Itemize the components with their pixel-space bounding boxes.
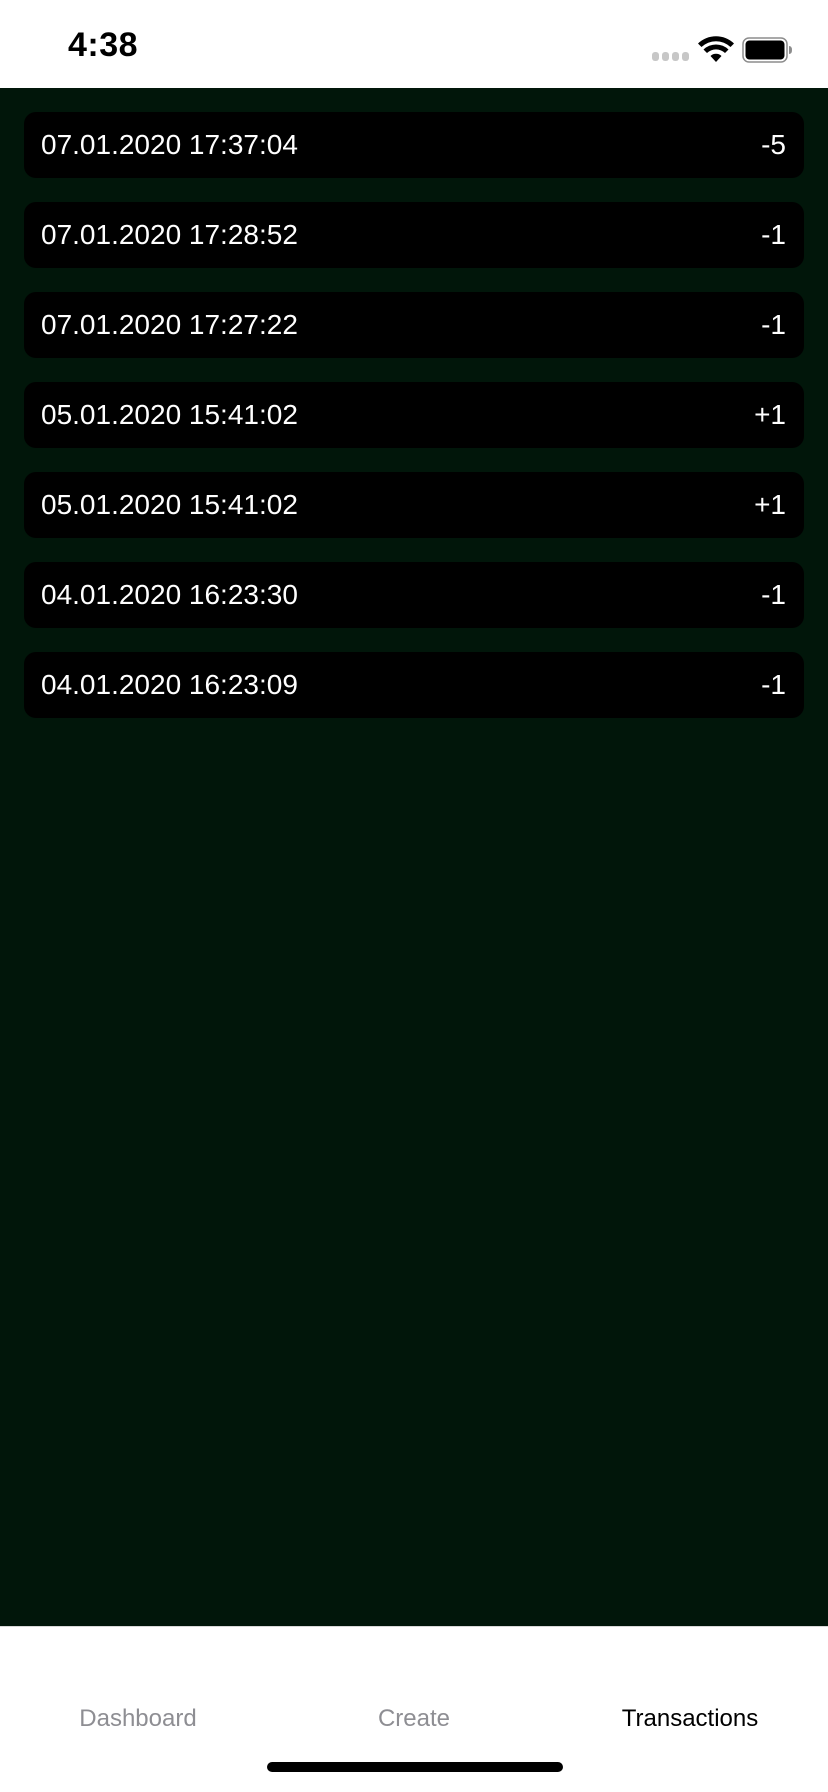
transaction-amount: -1 bbox=[761, 309, 786, 340]
transaction-date: 05.01.2020 15:41:02 bbox=[41, 399, 298, 430]
transaction-row[interactable]: 07.01.2020 17:28:52 -1 bbox=[24, 202, 804, 268]
transaction-amount: -1 bbox=[761, 669, 786, 700]
transactions-screen: 07.01.2020 17:37:04 -5 07.01.2020 17:28:52… bbox=[0, 88, 828, 1626]
transaction-amount: +1 bbox=[754, 489, 786, 520]
cellular-signal-icon bbox=[652, 52, 689, 61]
battery-icon bbox=[742, 37, 792, 63]
status-bar: 4:38 bbox=[0, 0, 828, 88]
transaction-row[interactable]: 04.01.2020 16:23:30 -1 bbox=[24, 562, 804, 628]
transaction-date: 07.01.2020 17:37:04 bbox=[41, 129, 298, 160]
transaction-amount: -5 bbox=[761, 129, 786, 160]
transaction-amount: -1 bbox=[761, 579, 786, 610]
transaction-list: 07.01.2020 17:37:04 -5 07.01.2020 17:28:52… bbox=[24, 112, 804, 742]
transaction-amount: -1 bbox=[761, 219, 786, 250]
wifi-icon bbox=[698, 36, 734, 62]
status-time: 4:38 bbox=[68, 26, 139, 64]
tab-transactions[interactable]: Transactions bbox=[552, 1705, 828, 1733]
transaction-row[interactable]: 07.01.2020 17:37:04 -5 bbox=[24, 112, 804, 178]
transaction-row[interactable]: 05.01.2020 15:41:02 +1 bbox=[24, 472, 804, 538]
transaction-date: 07.01.2020 17:27:22 bbox=[41, 309, 298, 340]
transaction-row[interactable]: 07.01.2020 17:27:22 -1 bbox=[24, 292, 804, 358]
transaction-date: 07.01.2020 17:28:52 bbox=[41, 219, 298, 250]
transaction-row[interactable]: 04.01.2020 16:23:09 -1 bbox=[24, 652, 804, 718]
transaction-date: 05.01.2020 15:41:02 bbox=[41, 489, 298, 520]
tab-create[interactable]: Create bbox=[276, 1705, 552, 1733]
transaction-amount: +1 bbox=[754, 399, 786, 430]
home-indicator bbox=[267, 1762, 563, 1772]
transaction-date: 04.01.2020 16:23:30 bbox=[41, 579, 298, 610]
tab-dashboard[interactable]: Dashboard bbox=[0, 1705, 276, 1733]
transaction-date: 04.01.2020 16:23:09 bbox=[41, 669, 298, 700]
transaction-row[interactable]: 05.01.2020 15:41:02 +1 bbox=[24, 382, 804, 448]
